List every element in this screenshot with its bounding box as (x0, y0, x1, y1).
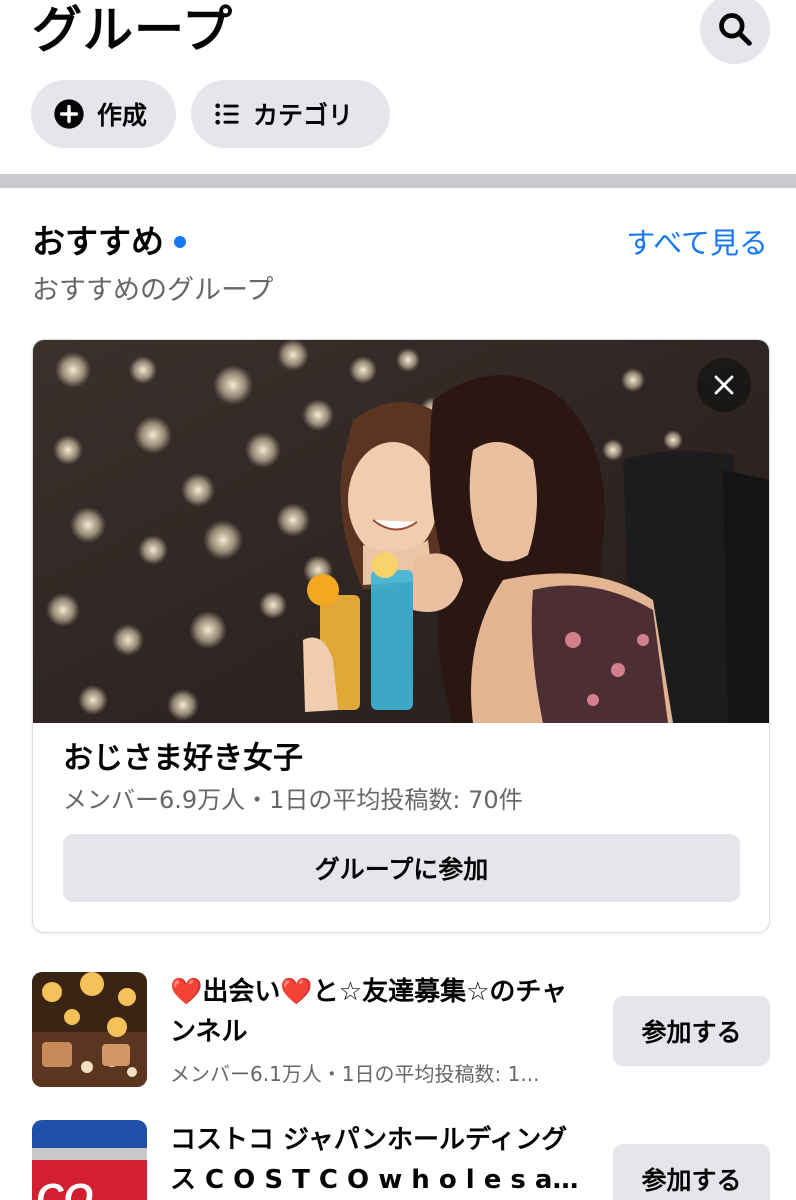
see-all-link[interactable]: すべて見る (626, 226, 768, 260)
group-thumbnail: CO (32, 1120, 147, 1200)
group-cover-photo (33, 340, 769, 723)
close-icon (714, 375, 734, 395)
group-meta: メンバー6.9万人・1日の平均投稿数: 70件 (63, 786, 523, 814)
search-icon (719, 13, 752, 46)
group-thumbnail (32, 972, 147, 1087)
list-item[interactable]: CO コストコ ジャパンホールディングス C O S T C O w h o l… (0, 1120, 796, 1200)
create-button[interactable]: 作成 (31, 80, 176, 148)
category-button-label: カテゴリ (253, 101, 354, 130)
section-title: おすすめ (32, 222, 186, 262)
section-subtitle: おすすめのグループ (32, 275, 274, 306)
dismiss-button[interactable] (697, 358, 751, 412)
join-button[interactable]: 参加する (613, 1144, 770, 1200)
section-divider (0, 174, 796, 188)
join-group-button[interactable]: グループに参加 (63, 834, 740, 902)
header: グループ 作成 カテゴリ (0, 0, 796, 174)
group-name[interactable]: コストコ ジャパンホールディングス C O S T C O w h o l e … (170, 1120, 590, 1200)
plus-circle-icon (53, 98, 85, 130)
group-name[interactable]: ❤️出会い❤️と☆友達募集☆のチャンネル (170, 972, 590, 1052)
group-name[interactable]: おじさま好き女子 (63, 740, 303, 778)
svg-text:CO: CO (36, 1177, 93, 1200)
list-item[interactable]: ❤️出会い❤️と☆友達募集☆のチャンネル メンバー6.1万人・1日の平均投稿数:… (0, 972, 796, 1102)
category-button[interactable]: カテゴリ (191, 80, 390, 148)
join-button[interactable]: 参加する (613, 996, 770, 1066)
create-button-label: 作成 (97, 101, 148, 130)
list-icon (213, 100, 241, 128)
heart-emoji: ❤️ (280, 977, 313, 1007)
group-meta: メンバー6.1万人・1日の平均投稿数: 1... (170, 1062, 540, 1086)
suggested-group-card[interactable]: おじさま好き女子 メンバー6.9万人・1日の平均投稿数: 70件 グループに参加 (32, 339, 770, 933)
section-title-text: おすすめ (32, 222, 164, 261)
heart-emoji: ❤️ (170, 977, 203, 1007)
page-title: グループ (32, 1, 233, 59)
search-button[interactable] (700, 0, 770, 64)
new-indicator-dot (174, 236, 186, 248)
